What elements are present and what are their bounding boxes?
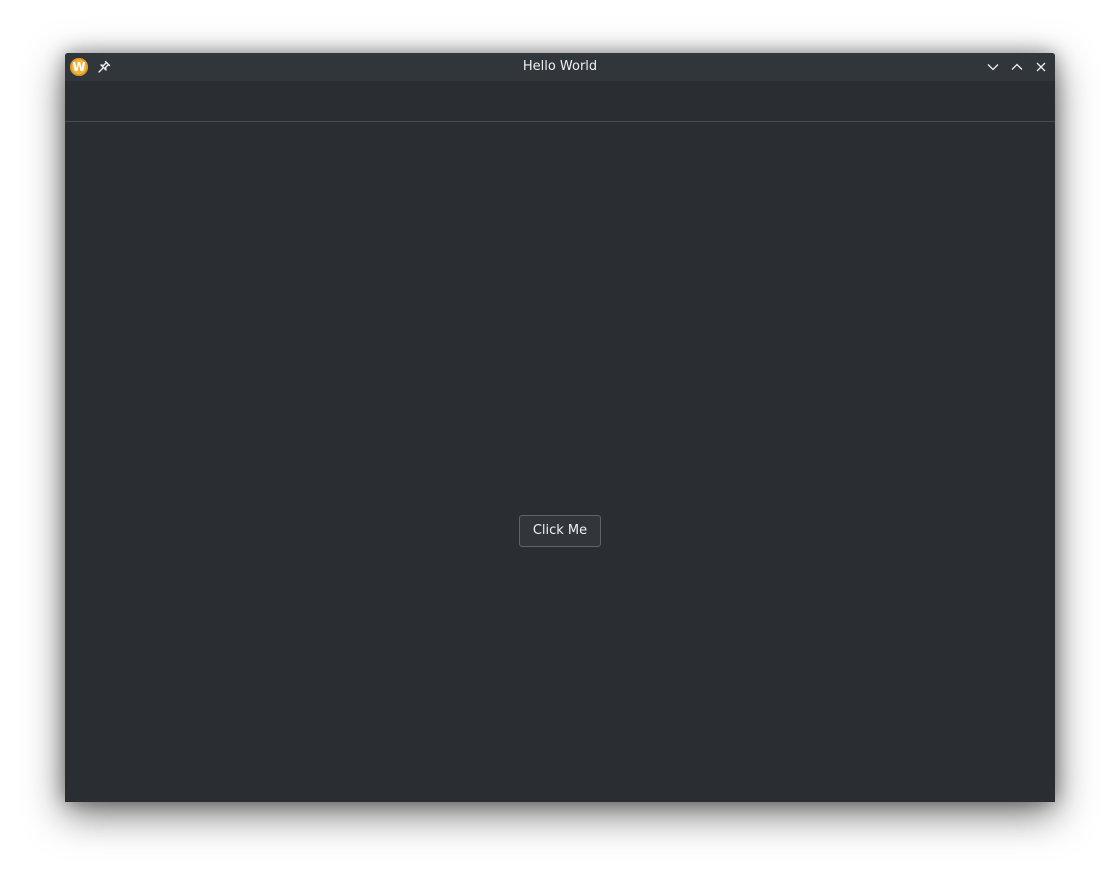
window-titlebar[interactable]: Hello World W xyxy=(65,53,1055,81)
maximize-button[interactable] xyxy=(1007,57,1027,77)
close-button[interactable] xyxy=(1031,57,1051,77)
app-logo-icon[interactable]: W xyxy=(70,58,88,76)
window-title: Hello World xyxy=(522,59,598,74)
chevron-down-icon xyxy=(987,64,999,71)
pin-icon[interactable] xyxy=(96,59,112,75)
toolbar-area xyxy=(65,81,1055,122)
minimize-button[interactable] xyxy=(983,57,1003,77)
click-me-button[interactable]: Click Me xyxy=(519,515,601,547)
app-logo-letter: W xyxy=(72,60,86,74)
chevron-up-icon xyxy=(1011,63,1023,70)
close-icon xyxy=(1036,62,1046,72)
main-content: Click Me xyxy=(65,122,1055,802)
app-window: Hello World W Click Me xyxy=(65,53,1055,802)
